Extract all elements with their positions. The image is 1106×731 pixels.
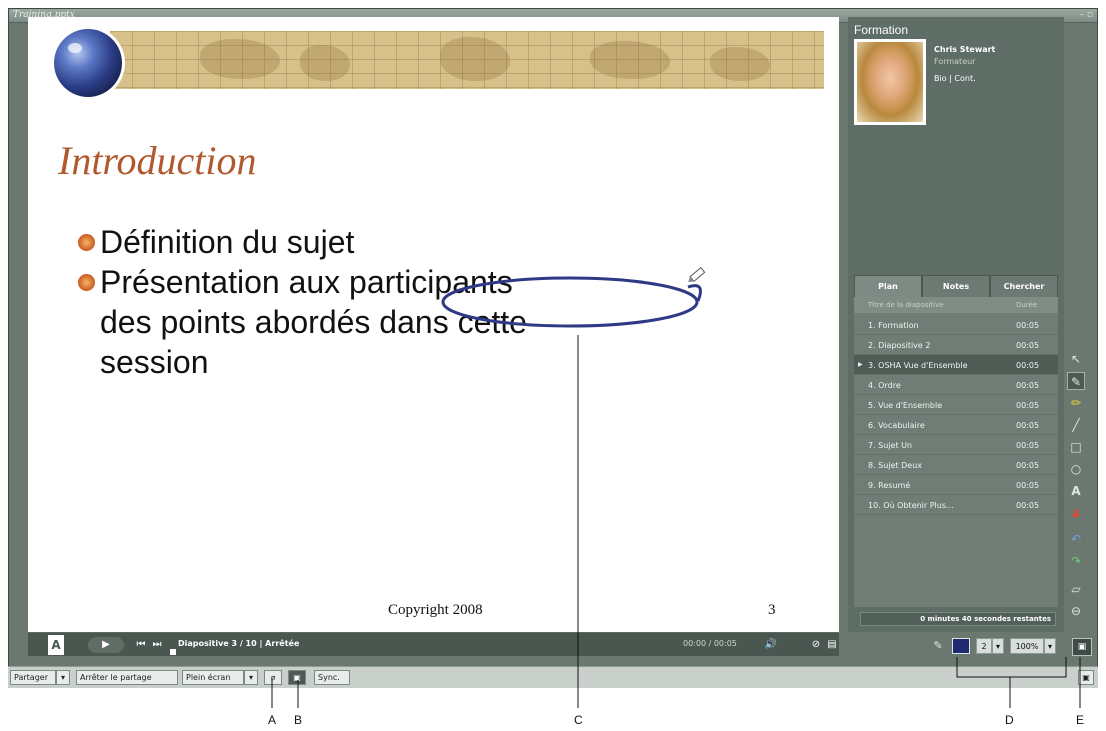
tab-search[interactable]: Chercher (990, 275, 1058, 297)
outline-row[interactable]: 8. Sujet Deux 00:05 (854, 455, 1058, 475)
outline-header: Titre de la diapositive Durée (854, 297, 1058, 313)
presenter-name: Chris Stewart (934, 45, 996, 54)
bullet-icon (78, 274, 95, 291)
zoom-field[interactable]: 100% (1010, 638, 1044, 654)
presenter-photo (854, 39, 926, 125)
play-button[interactable]: ▶ (88, 637, 124, 653)
outline-row[interactable]: 9. Resumé 00:05 (854, 475, 1058, 495)
time-readout: 00:00 / 00:05 (683, 639, 737, 648)
slide-banner (110, 31, 824, 89)
color-swatch[interactable] (952, 638, 970, 654)
annotation-toolbar: ✎ 2 ▾ 100% ▾ (930, 638, 1070, 656)
slide-page-number: 3 (768, 602, 776, 618)
outline-header-duration: Durée (1016, 301, 1038, 309)
redo-icon[interactable]: ↷ (1067, 552, 1085, 570)
line-tool-icon[interactable]: ╱ (1067, 416, 1085, 434)
adobe-logo: A (48, 635, 64, 655)
share-dropdown[interactable]: ▾ (56, 670, 70, 685)
highlighter-tool-icon[interactable]: ✏ (1067, 394, 1085, 412)
pod-options-icon[interactable]: ▣ (1078, 670, 1094, 685)
page: Training.pptx – ▫ Introduction Définitio… (0, 0, 1106, 731)
playbar: A ▶ ⏮ ⏭ Diapositive 3 / 10 | Arrêtée 00:… (28, 632, 839, 656)
attachment-icon[interactable]: ⊘ (810, 637, 822, 653)
tab-plan[interactable]: Plan (854, 275, 922, 297)
globe-logo (54, 29, 122, 97)
outline-row[interactable]: 2. Diapositive 2 00:05 (854, 335, 1058, 355)
panel-tabs: Plan Notes Chercher (854, 275, 1058, 297)
outline-row[interactable]: 4. Ordre 00:05 (854, 375, 1058, 395)
sync-button[interactable]: Sync. (314, 670, 350, 685)
presenter-panel: Formation Chris Stewart Formateur Bio | … (848, 17, 1064, 632)
annotation-tools: ↖ ✎ ✏ ╱ □ ○ A ♟ ↶ ↷ ▱ ⊖ (1066, 350, 1086, 630)
rectangle-tool-icon[interactable]: □ (1067, 438, 1085, 456)
slide-status: Diapositive 3 / 10 | Arrêtée (178, 639, 300, 648)
slide-copyright: Copyright 2008 (388, 602, 483, 618)
progress-knob[interactable] (170, 649, 176, 655)
share-button[interactable]: Partager (10, 670, 56, 685)
callout-label-c: C (574, 713, 583, 727)
presenter-role: Formateur (934, 57, 976, 66)
outline-row[interactable]: 10. Où Obtenir Plus... 00:05 (854, 495, 1058, 515)
ellipse-tool-icon[interactable]: ○ (1067, 460, 1085, 478)
bullet-text: Définition du sujet (100, 224, 355, 260)
toggle-annotations-button[interactable]: ▣ (1072, 638, 1092, 656)
presenter-links[interactable]: Bio | Cont. (934, 74, 976, 83)
undo-icon[interactable]: ↶ (1067, 530, 1085, 548)
pencil-icon[interactable]: ✎ (930, 638, 946, 654)
sidebar-toggle-icon[interactable]: ▤ (826, 637, 838, 653)
slide-bullet-2: Présentation aux participants des points… (78, 262, 800, 382)
slide-title: Introduction (58, 138, 257, 183)
volume-icon[interactable]: 🔊 (763, 637, 779, 653)
stamp-tool-icon[interactable]: ♟ (1067, 504, 1085, 522)
next-slide-button[interactable]: ⏭ (150, 637, 164, 653)
fullscreen-button[interactable]: Plein écran (182, 670, 244, 685)
window-controls[interactable]: – ▫ (1080, 10, 1093, 20)
slide-canvas[interactable]: Introduction Définition du sujet Présent… (28, 17, 839, 632)
callout-label-b: B (294, 713, 303, 727)
bullet-line: Présentation aux participants (100, 264, 513, 300)
time-remaining: 0 minutes 40 secondes restantes (860, 612, 1056, 626)
outline-row[interactable]: 5. Vue d'Ensemble 00:05 (854, 395, 1058, 415)
zoom-dropdown[interactable]: ▾ (1044, 638, 1056, 654)
bullet-icon (78, 234, 95, 251)
sidebar-toggle-icon[interactable]: ▣ (288, 670, 306, 685)
outline-row[interactable]: 1. Formation 00:05 (854, 315, 1058, 335)
callout-label-a: A (268, 713, 277, 727)
slide-bullet-1: Définition du sujet (78, 222, 800, 262)
fullscreen-dropdown[interactable]: ▾ (244, 670, 258, 685)
pencil-tool-icon[interactable]: ✎ (1067, 372, 1085, 390)
current-slide-arrow-icon: ▶ (858, 361, 863, 368)
callout-label-e: E (1076, 713, 1085, 727)
tab-notes[interactable]: Notes (922, 275, 990, 297)
eraser-icon[interactable]: ▱ (1067, 580, 1085, 598)
stop-sharing-button[interactable]: Arrêter le partage (76, 670, 178, 685)
bullet-line: session (100, 344, 209, 380)
outline-row[interactable]: 6. Vocabulaire 00:05 (854, 415, 1058, 435)
bullet-line: des points abordés dans cette (100, 304, 527, 340)
prev-slide-button[interactable]: ⏮ (134, 637, 148, 653)
outline-header-title: Titre de la diapositive (868, 301, 944, 309)
stroke-size-field[interactable]: 2 (976, 638, 992, 654)
outline-row-selected[interactable]: ▶ 3. OSHA Vue d'Ensemble 00:05 (854, 355, 1058, 375)
stroke-size-dropdown[interactable]: ▾ (992, 638, 1004, 654)
share-bar: Partager ▾ Arrêter le partage Plein écra… (8, 666, 1098, 688)
draw-toggle-icon[interactable]: ⌀ (264, 670, 282, 685)
panel-title: Formation (854, 23, 909, 37)
print-icon[interactable]: ⊖ (1067, 602, 1085, 620)
select-tool-icon[interactable]: ↖ (1067, 350, 1085, 368)
text-tool-icon[interactable]: A (1067, 482, 1085, 500)
callout-label-d: D (1005, 713, 1014, 727)
slide-outline: Titre de la diapositive Durée 1. Formati… (854, 297, 1058, 607)
outline-row[interactable]: 7. Sujet Un 00:05 (854, 435, 1058, 455)
